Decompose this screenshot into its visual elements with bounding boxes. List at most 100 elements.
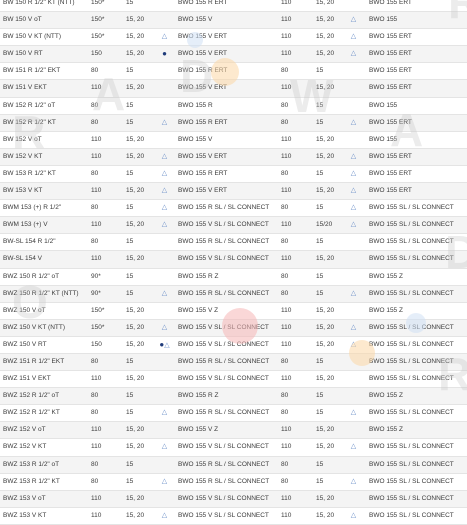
body2-cell: BWO 155 SL / SL CONNECT — [369, 255, 454, 263]
body-cell: BWO 155 R SL / SL CONNECT — [178, 204, 270, 212]
dn-cell: 110 — [91, 494, 102, 502]
body-cell: BWO 155 R SL / SL CONNECT — [178, 289, 270, 297]
body-cell: BWO 155 R SL / SL CONNECT — [178, 357, 270, 365]
dn2-cell: 80 — [281, 357, 289, 365]
size2-cell: 15 — [316, 238, 324, 246]
table-row: BWZ 153 V KT 110 15, 20 △ BWO 155 V SL / SL … — [0, 508, 467, 525]
dn-cell: 80 — [91, 409, 99, 417]
body-cell: BWO 155 V SL / SL CONNECT — [178, 323, 269, 331]
size2-cell: 15 — [316, 409, 324, 417]
size2-cell: 15, 20 — [316, 426, 335, 434]
table-row: BW-SL 154 V 110 15, 20 BWO 155 V SL / SL CO… — [0, 251, 467, 269]
dn2-cell: 80 — [281, 67, 289, 75]
dn-cell: 80 — [91, 204, 99, 212]
size2-cell: 15, 20 — [316, 255, 335, 263]
dn2-cell: 80 — [281, 460, 289, 468]
size2-cell: 15, 20 — [316, 0, 335, 6]
body2-cell: BWO 155 ERT — [369, 50, 412, 58]
size-cell: 15, 20 — [126, 306, 145, 314]
body2-cell: BWO 155 SL / SL CONNECT — [369, 340, 454, 348]
body2-cell: BWO 155 — [369, 101, 398, 109]
dn2-cell: 80 — [281, 409, 289, 417]
size2-cell: 15 — [316, 477, 324, 485]
body2-cell: BWO 155 ERT — [369, 84, 412, 92]
size2-cell: 15 — [316, 392, 324, 400]
dn-cell: 90* — [91, 289, 101, 297]
body2-cell: BWO 155 SL / SL CONNECT — [369, 460, 454, 468]
triangle-icon: △ — [161, 187, 168, 195]
size-cell: 15 — [126, 238, 134, 246]
dn2-cell: 110 — [281, 84, 292, 92]
body-cell: BWO 155 R Z — [178, 392, 219, 400]
body-cell: BWO 155 R SL / SL CONNECT — [178, 460, 270, 468]
model-cell: BW 150 V KT (NTT) — [3, 33, 62, 41]
body2-cell: BWO 155 SL / SL CONNECT — [369, 357, 454, 365]
model-cell: BW 151 R 1/2" EKT — [3, 67, 61, 75]
model-cell: BW 152 V oT — [3, 135, 42, 143]
body-cell: BWO 155 V SL / SL CONNECT — [178, 494, 269, 502]
body2-cell: BWO 155 ERT — [369, 0, 412, 6]
dn-cell: 80 — [91, 118, 99, 126]
dn2-cell: 110 — [281, 187, 292, 195]
model-cell: BWZ 151 R 1/2" EKT — [3, 357, 65, 365]
dn-cell: 110 — [91, 152, 102, 160]
table-row: BW 151 R 1/2" EKT 80 15 BWO 155 R ERT 80 15 BW… — [0, 63, 467, 81]
body2-cell: BWO 155 SL / SL CONNECT — [369, 204, 454, 212]
body-cell: BWO 155 R SL / SL CONNECT — [178, 238, 270, 246]
table-row: BW 150 V RT 150 15, 20 ● BWO 155 V ERT 110 15,… — [0, 46, 467, 64]
dn2-cell: 110 — [281, 323, 292, 331]
size-cell: 15, 20 — [126, 16, 145, 24]
size-cell: 15 — [126, 289, 134, 297]
table-row: BWM 153 (+) V 110 15, 20 △ BWO 155 V SL / SL… — [0, 217, 467, 235]
dn-cell: 80 — [91, 460, 99, 468]
dn-cell: 150 — [91, 50, 102, 58]
body2-cell: BWO 155 SL / SL CONNECT — [369, 409, 454, 417]
body-cell: BWO 155 R ERT — [178, 67, 228, 75]
size2-cell: 15 — [316, 204, 324, 212]
table-row: BW 153 V KT 110 15, 20 △ BWO 155 V ERT 110 15,… — [0, 183, 467, 201]
size2-cell: 15, 20 — [316, 323, 335, 331]
dn2-cell: 110 — [281, 443, 292, 451]
triangle-icon: △ — [350, 477, 357, 485]
dn2-cell: 110 — [281, 426, 292, 434]
size-cell: 15, 20 — [126, 443, 145, 451]
size2-cell: 15, 20 — [316, 375, 335, 383]
model-cell: BWZ 153 R 1/2" oT — [3, 460, 60, 468]
table-row: BW 150 V oT 150* 15, 20 BWO 155 V 110 15, 20 △… — [0, 12, 467, 30]
body-cell: BWO 155 R — [178, 101, 213, 109]
size2-cell: 15 — [316, 118, 324, 126]
size2-cell: 15 — [316, 357, 324, 365]
body2-cell: BWO 155 SL / SL CONNECT — [369, 323, 454, 331]
size-cell: 15, 20 — [126, 50, 145, 58]
triangle-icon: △ — [350, 409, 357, 417]
model-cell: BWZ 153 R 1/2" KT — [3, 477, 60, 485]
body2-cell: BWO 155 SL / SL CONNECT — [369, 238, 454, 246]
model-cell: BWZ 152 V oT — [3, 426, 46, 434]
triangle-icon: △ — [161, 409, 168, 417]
triangle-icon: △ — [350, 443, 357, 451]
model-cell: BW 150 V RT — [3, 50, 43, 58]
dn2-cell: 110 — [281, 511, 292, 519]
triangle-icon: △ — [350, 289, 357, 297]
size-cell: 15, 20 — [126, 221, 145, 229]
table-row: BWZ 150 V RT 150 15, 20 ●△ BWO 155 V SL / SL… — [0, 337, 467, 354]
body-cell: BWO 155 V SL / SL CONNECT — [178, 511, 269, 519]
body2-cell: BWO 155 ERT — [369, 152, 412, 160]
model-cell: BW 152 R 1/2" oT — [3, 101, 56, 109]
table-row: BWZ 150 V oT 150* 15, 20 BWO 155 V Z 110 15, … — [0, 303, 467, 320]
dn2-cell: 80 — [281, 477, 289, 485]
dn2-cell: 110 — [281, 152, 292, 160]
size-cell: 15, 20 — [126, 494, 145, 502]
dn-cell: 110 — [91, 187, 102, 195]
size-cell: 15 — [126, 0, 134, 6]
dn2-cell: 110 — [281, 255, 292, 263]
dn-cell: 150* — [91, 323, 105, 331]
model-cell: BWZ 153 V KT — [3, 511, 47, 519]
dn2-cell: 80 — [281, 289, 289, 297]
size-cell: 15 — [126, 118, 134, 126]
table-row: BWZ 151 V EKT 110 15, 20 BWO 155 V SL / SL … — [0, 371, 467, 389]
dn-cell: 110 — [91, 84, 102, 92]
mark-cell: ●△ — [157, 337, 172, 354]
dn2-cell: 110 — [281, 135, 292, 143]
model-cell: BWZ 150 V oT — [3, 306, 46, 314]
